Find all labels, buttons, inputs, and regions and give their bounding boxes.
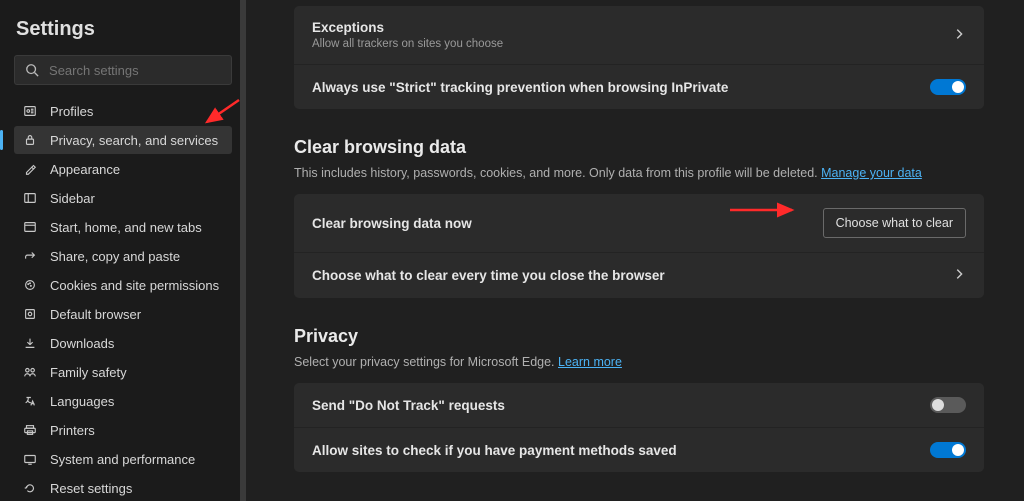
sidebar-item-label: Privacy, search, and services (50, 133, 218, 148)
sidebar-item-label: Reset settings (50, 481, 132, 496)
family-icon (22, 364, 38, 380)
search-settings-field[interactable] (14, 55, 232, 85)
sidebar-item-system[interactable]: System and performance (14, 445, 232, 473)
privacy-section: Privacy Select your privacy settings for… (294, 326, 984, 472)
sidebar-item-label: Printers (50, 423, 95, 438)
sidebar-item-share[interactable]: Share, copy and paste (14, 242, 232, 270)
printer-icon (22, 422, 38, 438)
sidebar-item-label: Default browser (50, 307, 141, 322)
sidebar-item-appearance[interactable]: Appearance (14, 155, 232, 183)
share-icon (22, 248, 38, 264)
sidebar-item-languages[interactable]: Languages (14, 387, 232, 415)
appearance-icon (22, 161, 38, 177)
strict-inprivate-row: Always use "Strict" tracking prevention … (294, 64, 984, 109)
sidebar-item-label: Cookies and site permissions (50, 278, 219, 293)
privacy-card: Send "Do Not Track" requests Allow sites… (294, 383, 984, 472)
clear-on-close-label: Choose what to clear every time you clos… (312, 268, 665, 283)
sidebar-item-default-browser[interactable]: Default browser (14, 300, 232, 328)
sidebar-item-downloads[interactable]: Downloads (14, 329, 232, 357)
sidebar-item-label: Sidebar (50, 191, 95, 206)
settings-main: Exceptions Allow all trackers on sites y… (246, 0, 1024, 501)
system-icon (22, 451, 38, 467)
dnt-row: Send "Do Not Track" requests (294, 383, 984, 427)
dnt-toggle[interactable] (930, 397, 966, 413)
search-input[interactable] (49, 63, 221, 78)
download-icon (22, 335, 38, 351)
sidebar-item-privacy[interactable]: Privacy, search, and services (14, 126, 232, 154)
sidebar-item-label: System and performance (50, 452, 195, 467)
sidebar-resize-handle[interactable] (240, 0, 246, 501)
tracking-prevention-card: Exceptions Allow all trackers on sites y… (294, 6, 984, 109)
chevron-right-icon (952, 27, 966, 44)
strict-inprivate-toggle[interactable] (930, 79, 966, 95)
payment-check-label: Allow sites to check if you have payment… (312, 443, 677, 458)
clear-browsing-card: Clear browsing data now Choose what to c… (294, 194, 984, 298)
clear-browsing-section: Clear browsing data This includes histor… (294, 137, 984, 298)
sidebar-item-label: Family safety (50, 365, 127, 380)
privacy-desc: Select your privacy settings for Microso… (294, 355, 984, 369)
sidebar-item-label: Languages (50, 394, 114, 409)
payment-check-toggle[interactable] (930, 442, 966, 458)
sidebar-item-label: Share, copy and paste (50, 249, 180, 264)
sidebar-icon (22, 190, 38, 206)
chevron-right-icon (952, 267, 966, 284)
sidebar-item-reset[interactable]: Reset settings (14, 474, 232, 501)
sidebar-item-profiles[interactable]: Profiles (14, 97, 232, 125)
strict-inprivate-label: Always use "Strict" tracking prevention … (312, 80, 728, 95)
sidebar-item-sidebar[interactable]: Sidebar (14, 184, 232, 212)
clear-browsing-desc: This includes history, passwords, cookie… (294, 166, 984, 180)
sidebar-item-label: Start, home, and new tabs (50, 220, 202, 235)
payment-check-row: Allow sites to check if you have payment… (294, 427, 984, 472)
settings-title: Settings (14, 18, 232, 41)
languages-icon (22, 393, 38, 409)
sidebar-item-label: Appearance (50, 162, 120, 177)
cookies-icon (22, 277, 38, 293)
sidebar-item-label: Profiles (50, 104, 93, 119)
choose-what-to-clear-button[interactable]: Choose what to clear (823, 208, 966, 238)
reset-icon (22, 480, 38, 496)
sidebar-item-printers[interactable]: Printers (14, 416, 232, 444)
sidebar-item-start[interactable]: Start, home, and new tabs (14, 213, 232, 241)
sidebar-item-cookies[interactable]: Cookies and site permissions (14, 271, 232, 299)
profile-icon (22, 103, 38, 119)
lock-icon (22, 132, 38, 148)
settings-sidebar: Settings Profiles Privacy, search, and s… (0, 0, 246, 501)
clear-on-close-row[interactable]: Choose what to clear every time you clos… (294, 252, 984, 298)
privacy-learn-more-link[interactable]: Learn more (558, 355, 622, 369)
sidebar-item-family[interactable]: Family safety (14, 358, 232, 386)
dnt-label: Send "Do Not Track" requests (312, 398, 505, 413)
exceptions-sub: Allow all trackers on sites you choose (312, 38, 952, 50)
start-icon (22, 219, 38, 235)
manage-your-data-link[interactable]: Manage your data (821, 166, 922, 180)
clear-now-row: Clear browsing data now Choose what to c… (294, 194, 984, 252)
exceptions-row[interactable]: Exceptions Allow all trackers on sites y… (294, 6, 984, 64)
clear-browsing-heading: Clear browsing data (294, 137, 984, 158)
default-browser-icon (22, 306, 38, 322)
sidebar-item-label: Downloads (50, 336, 114, 351)
clear-now-label: Clear browsing data now (312, 216, 472, 231)
exceptions-title: Exceptions (312, 20, 952, 35)
search-icon (25, 62, 39, 78)
privacy-heading: Privacy (294, 326, 984, 347)
